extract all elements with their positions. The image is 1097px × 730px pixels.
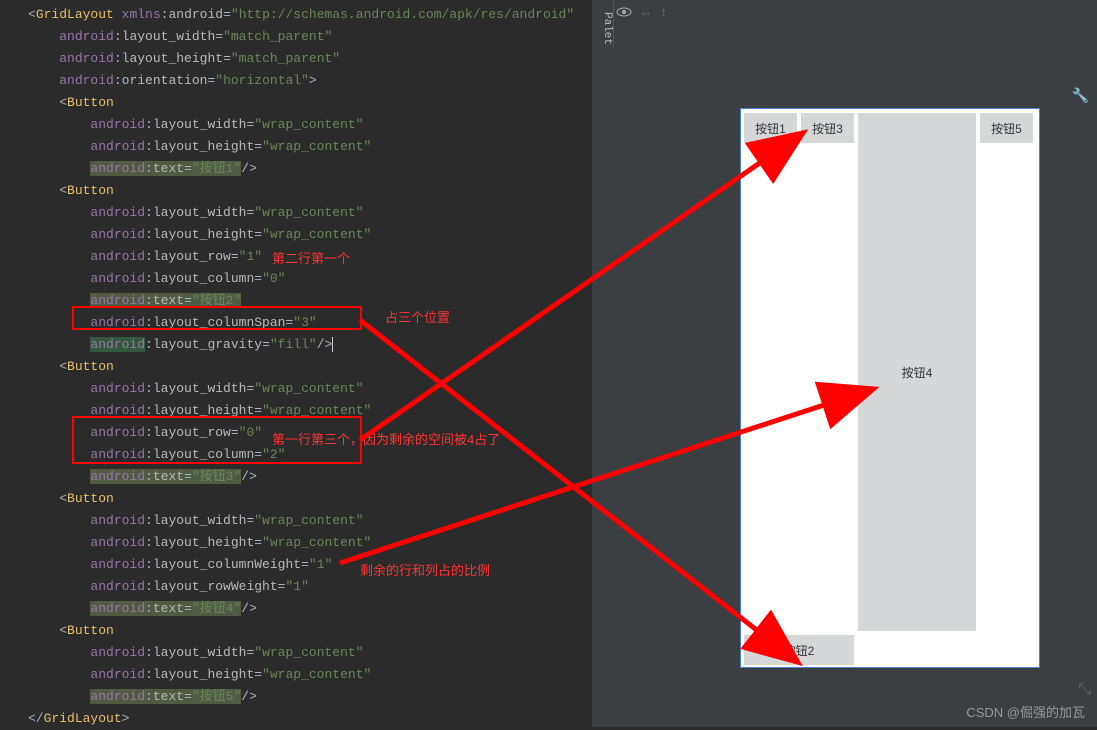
- nav-icon[interactable]: ↕: [660, 5, 668, 20]
- watermark: CSDN @倔强的加瓦: [966, 702, 1085, 721]
- design-panel: Palet ↔ ↕ 🔧 按钮1 按钮3 按钮4 按钮5 按钮2 ⤡: [592, 0, 1097, 727]
- nav-icon[interactable]: ↔: [642, 5, 650, 20]
- preview-button-2: 按钮2: [744, 635, 854, 665]
- annotation-2: 占三个位置: [385, 307, 450, 326]
- wrench-icon[interactable]: 🔧: [1072, 88, 1089, 105]
- annotation-4: 剩余的行和列占的比例: [360, 560, 490, 579]
- palette-tab[interactable]: Palet: [592, 0, 614, 50]
- resize-handle-icon[interactable]: ⤡: [1078, 681, 1091, 699]
- preview-button-4: 按钮4: [858, 113, 976, 631]
- preview-button-5: 按钮5: [980, 113, 1033, 143]
- code-editor[interactable]: <GridLayout xmlns:android="http://schema…: [0, 0, 592, 727]
- eye-icon[interactable]: [616, 4, 632, 20]
- preview-button-3: 按钮3: [801, 113, 854, 143]
- preview-button-1: 按钮1: [744, 113, 797, 143]
- annotation-3: 第一行第三个，因为剩余的空间被4占了: [272, 429, 500, 448]
- preview-toolbar: ↔ ↕: [616, 4, 668, 20]
- layout-preview: 按钮1 按钮3 按钮4 按钮5 按钮2: [740, 108, 1040, 668]
- annotation-1: 第二行第一个: [272, 248, 350, 267]
